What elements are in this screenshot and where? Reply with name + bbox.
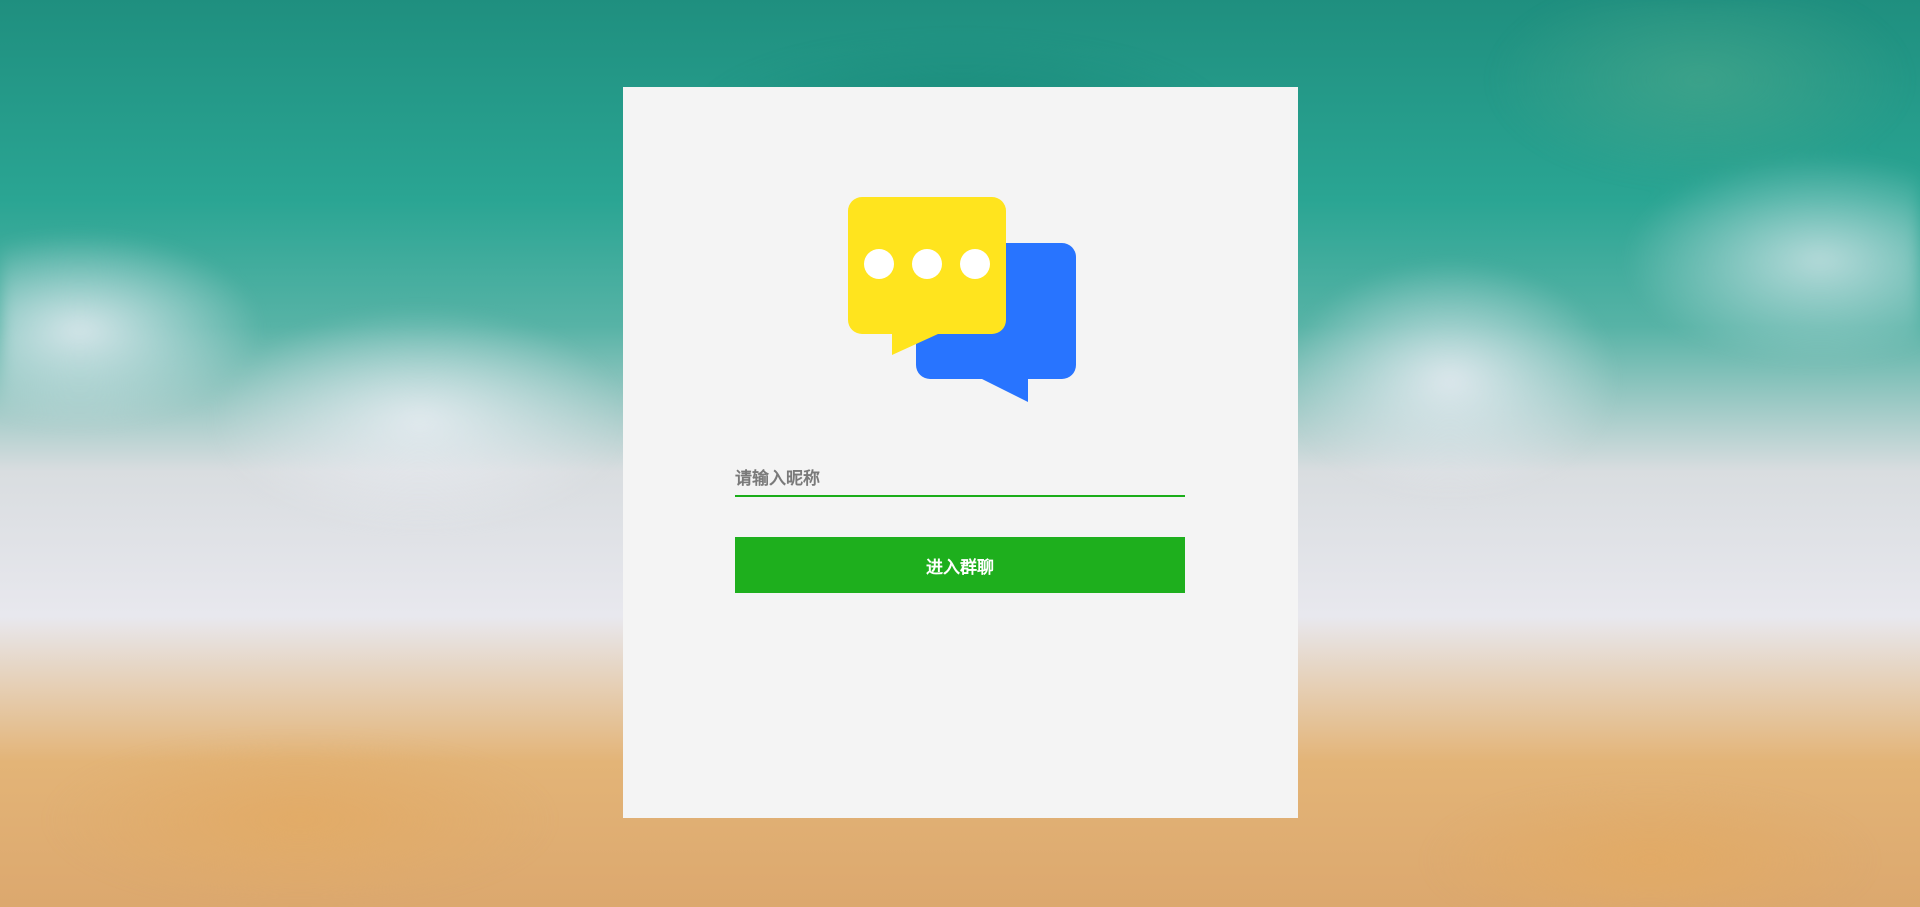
nickname-input[interactable]: [735, 462, 1185, 497]
login-card: 进入群聊: [623, 87, 1298, 818]
chat-bubbles-icon: [848, 197, 1078, 412]
enter-group-chat-button[interactable]: 进入群聊: [735, 537, 1185, 593]
